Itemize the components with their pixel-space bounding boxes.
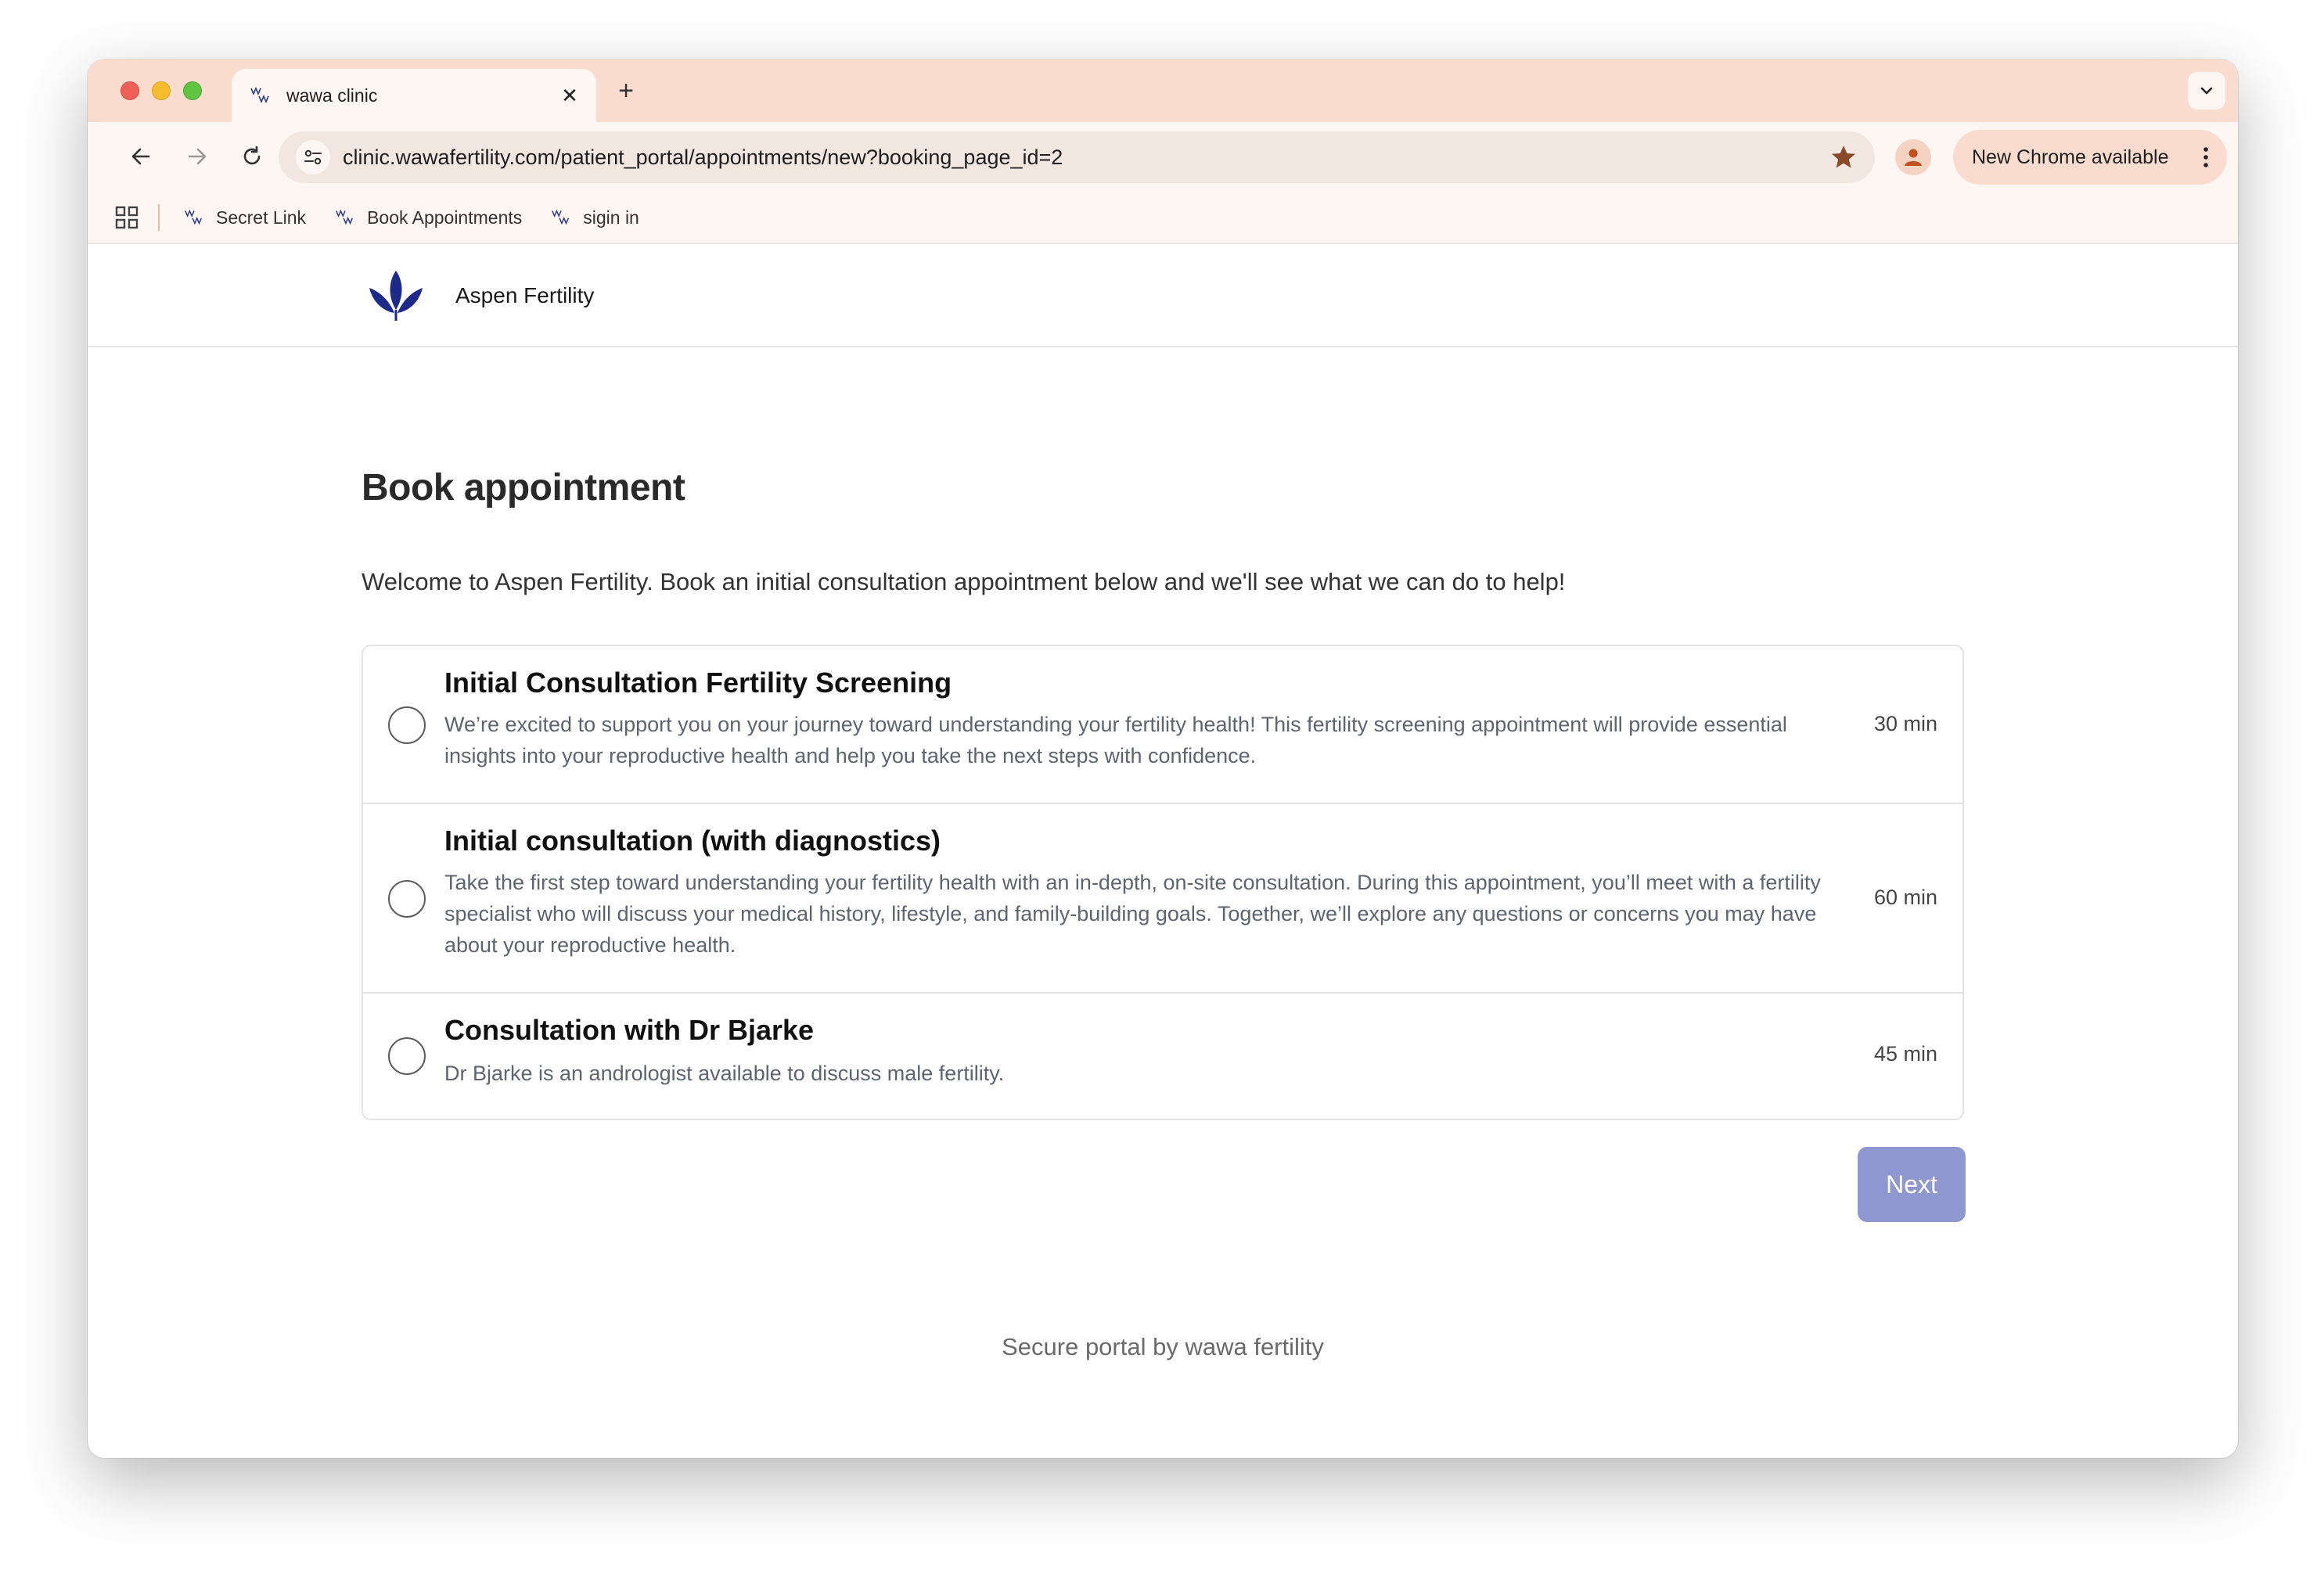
url-text[interactable]: clinic.wawafertility.com/patient_portal/… (343, 146, 1829, 170)
minimize-window-button[interactable] (152, 81, 171, 100)
bookmarks-separator (158, 204, 160, 231)
site-header: Aspen Fertility (88, 246, 2238, 347)
bookmark-label: sigin in (583, 207, 639, 228)
site-info-button[interactable] (296, 140, 330, 174)
appointment-description: We’re excited to support you on your jou… (444, 713, 1787, 767)
aspen-leaf-logo-icon[interactable] (365, 264, 427, 327)
appointment-name: Initial Consultation Fertility Screening (444, 667, 952, 699)
tab-title: wawa clinic (286, 84, 378, 106)
appointment-options-list: Initial Consultation Fertility Screening… (362, 645, 1964, 1120)
appointment-description: Take the first step toward understanding… (444, 871, 1821, 957)
reload-icon (243, 146, 261, 165)
wawa-favicon-icon (552, 209, 570, 225)
bookmarks-bar: Secret Link Book Appointments sigin in (88, 192, 2238, 244)
bookmark-label: Book Appointments (367, 207, 523, 228)
appointment-option-screening[interactable]: Initial Consultation Fertility Screening… (363, 646, 1962, 804)
arrow-right-icon (188, 148, 207, 165)
bookmark-label: Secret Link (216, 207, 307, 228)
new-tab-button[interactable]: + (610, 75, 642, 106)
appointment-name: Consultation with Dr Bjarke (444, 1014, 815, 1046)
bookmark-sigin-in[interactable]: sigin in (550, 207, 639, 228)
appointment-option-diagnostics[interactable]: Initial consultation (with diagnostics) … (363, 804, 1962, 994)
appointment-description: Dr Bjarke is an andrologist available to… (444, 1062, 1005, 1085)
appointment-duration: 30 min (1873, 712, 1937, 735)
close-window-button[interactable] (121, 81, 139, 100)
browser-window: wawa clinic ✕ + clinic.wawafertility.com… (88, 59, 2238, 1458)
maximize-window-button[interactable] (183, 81, 202, 100)
arrow-left-icon (131, 148, 150, 165)
address-bar[interactable]: clinic.wawafertility.com/patient_portal/… (279, 131, 1875, 183)
wawa-favicon-icon (336, 209, 354, 225)
chevron-down-icon (2200, 87, 2213, 95)
appointment-duration: 60 min (1873, 886, 1937, 909)
tab-strip: wawa clinic ✕ + (88, 59, 2238, 122)
update-label: New Chrome available (1972, 146, 2169, 168)
wawa-favicon-icon (185, 209, 203, 225)
footer-text: Secure portal by wawa fertility (1002, 1333, 1324, 1360)
radio-button[interactable] (388, 706, 426, 744)
brand-name: Aspen Fertility (455, 283, 595, 307)
page-title: Book appointment (362, 467, 685, 508)
next-button[interactable]: Next (1858, 1147, 1966, 1222)
appointment-option-dr-bjarke[interactable]: Consultation with Dr Bjarke Dr Bjarke is… (363, 994, 1962, 1119)
appointment-name: Initial consultation (with diagnostics) (444, 825, 941, 857)
bookmark-secret-link[interactable]: Secret Link (183, 207, 306, 228)
reload-button[interactable] (235, 139, 269, 174)
bookmark-book-appointments[interactable]: Book Appointments (334, 207, 522, 228)
radio-button[interactable] (388, 880, 426, 918)
person-icon (1905, 149, 1922, 166)
bookmark-star-icon[interactable] (1829, 143, 1858, 171)
wawa-favicon-icon (250, 86, 269, 104)
intro-text: Welcome to Aspen Fertility. Book an init… (362, 568, 1566, 595)
new-chrome-available-button[interactable]: New Chrome available (1953, 130, 2227, 185)
browser-toolbar: clinic.wawafertility.com/patient_portal/… (88, 122, 2238, 192)
apps-grid-icon[interactable] (114, 205, 139, 230)
appointment-duration: 45 min (1873, 1042, 1937, 1066)
close-tab-icon[interactable]: ✕ (559, 84, 581, 108)
back-button[interactable] (124, 139, 158, 174)
radio-button[interactable] (388, 1037, 426, 1075)
tab-search-button[interactable] (2188, 72, 2225, 110)
tab-wawa-clinic[interactable]: wawa clinic ✕ (232, 69, 596, 122)
tune-icon (304, 149, 322, 165)
more-vertical-icon (2203, 147, 2208, 167)
profile-avatar-button[interactable] (1895, 139, 1931, 175)
forward-button[interactable] (180, 139, 214, 174)
